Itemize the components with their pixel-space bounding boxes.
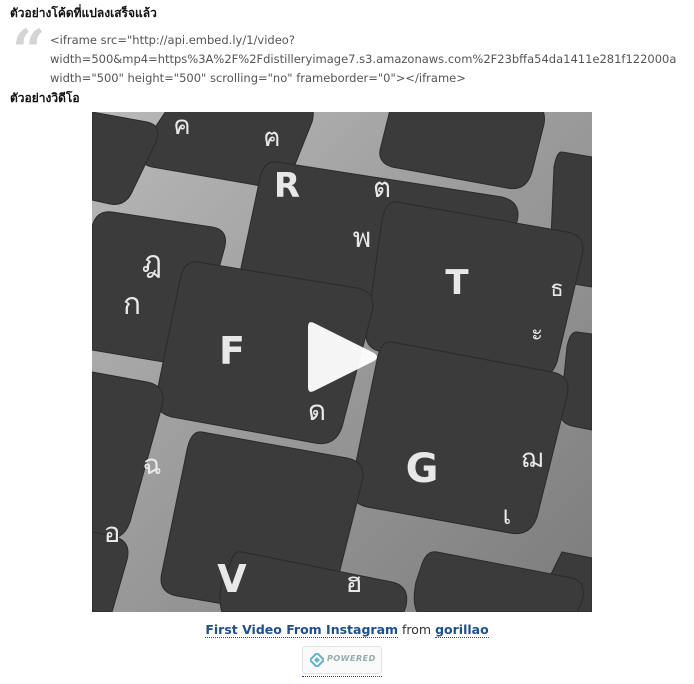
code-line: <iframe src="http://api.embed.ly/1/video… <box>50 33 295 47</box>
powered-label: POWERED <box>327 654 376 663</box>
powered-badge[interactable]: POWERED <box>302 646 382 674</box>
key-label: พ <box>353 221 371 254</box>
key-label: ฌ <box>521 444 543 474</box>
video-caption: First Video From Instagram from gorillao <box>0 622 694 638</box>
key-label: V <box>217 557 247 601</box>
code-line: width="500" height="500" scrolling="no" … <box>50 71 466 85</box>
key-label: ฅ <box>263 123 280 153</box>
video-title-link[interactable]: First Video From Instagram <box>205 622 399 638</box>
key-label: ฎ <box>142 245 162 280</box>
quote-icon: “ <box>12 17 46 85</box>
key-label: R <box>274 166 300 206</box>
badge-underline <box>302 676 382 678</box>
key-label: F <box>219 329 245 373</box>
caption-from-text: from <box>402 622 432 637</box>
key-label: ธ <box>550 277 563 302</box>
embed-code-block: <iframe src="http://api.embed.ly/1/video… <box>50 31 690 88</box>
video-player[interactable]: ค ฅ R ต พ ฎ ก F ด T ธ ะ ฉ ฌ G เ V ฮ อ <box>92 112 592 612</box>
key-label: T <box>445 263 469 303</box>
key-label: ฮ <box>345 566 362 599</box>
play-icon[interactable] <box>302 317 382 397</box>
key-label: ด <box>308 394 326 427</box>
code-line: width=500&mp4=https%3A%2F%2Fdistilleryim… <box>50 52 677 66</box>
key-label: ฉ <box>142 448 161 481</box>
key-label: G <box>406 446 439 492</box>
author-link[interactable]: gorillao <box>435 622 489 638</box>
embedly-logo-icon <box>310 653 324 667</box>
video-example-heading: ตัวอย่างวิดีโอ <box>10 91 80 105</box>
key-label: ะ <box>531 321 543 346</box>
key-label: อ <box>104 516 121 549</box>
key-label: ต <box>373 171 391 204</box>
key-shape <box>350 341 569 535</box>
key-label: เ <box>503 501 512 531</box>
key-label: ก <box>123 287 141 322</box>
key-label: ค <box>173 112 190 141</box>
